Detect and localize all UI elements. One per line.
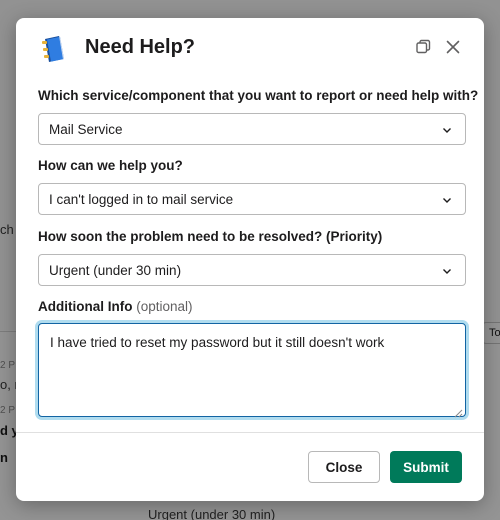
help-type-select-value: I can't logged in to mail service — [49, 191, 234, 207]
help-type-select[interactable]: I can't logged in to mail service — [38, 183, 466, 215]
priority-select[interactable]: Urgent (under 30 min) — [38, 254, 466, 286]
help-dialog: Need Help? Which service/component that … — [16, 18, 484, 501]
notebook-icon — [38, 32, 70, 64]
resize-handle-icon[interactable] — [454, 405, 463, 418]
additional-info-label: Additional Info (optional) — [38, 299, 193, 314]
dialog-title: Need Help? — [85, 36, 196, 58]
footer-divider — [16, 432, 484, 433]
close-icon[interactable] — [444, 38, 462, 56]
submit-button[interactable]: Submit — [390, 451, 462, 483]
additional-info-label-text: Additional Info — [38, 299, 133, 314]
help-type-label: How can we help you? — [38, 158, 183, 173]
chevron-down-icon — [441, 265, 453, 277]
service-select[interactable]: Mail Service — [38, 113, 466, 145]
optional-hint: (optional) — [136, 299, 193, 314]
additional-info-value: I have tried to reset my password but it… — [50, 335, 385, 350]
additional-info-textarea[interactable]: I have tried to reset my password but it… — [38, 323, 466, 418]
service-select-value: Mail Service — [49, 121, 123, 137]
service-label: Which service/component that you want to… — [38, 88, 479, 103]
dialog-header: Need Help? — [16, 18, 484, 78]
priority-select-value: Urgent (under 30 min) — [49, 262, 182, 278]
priority-label: How soon the problem need to be resolved… — [38, 229, 383, 244]
close-button[interactable]: Close — [308, 451, 380, 483]
chevron-down-icon — [441, 194, 453, 206]
popout-icon[interactable] — [414, 38, 432, 56]
chevron-down-icon — [441, 124, 453, 136]
